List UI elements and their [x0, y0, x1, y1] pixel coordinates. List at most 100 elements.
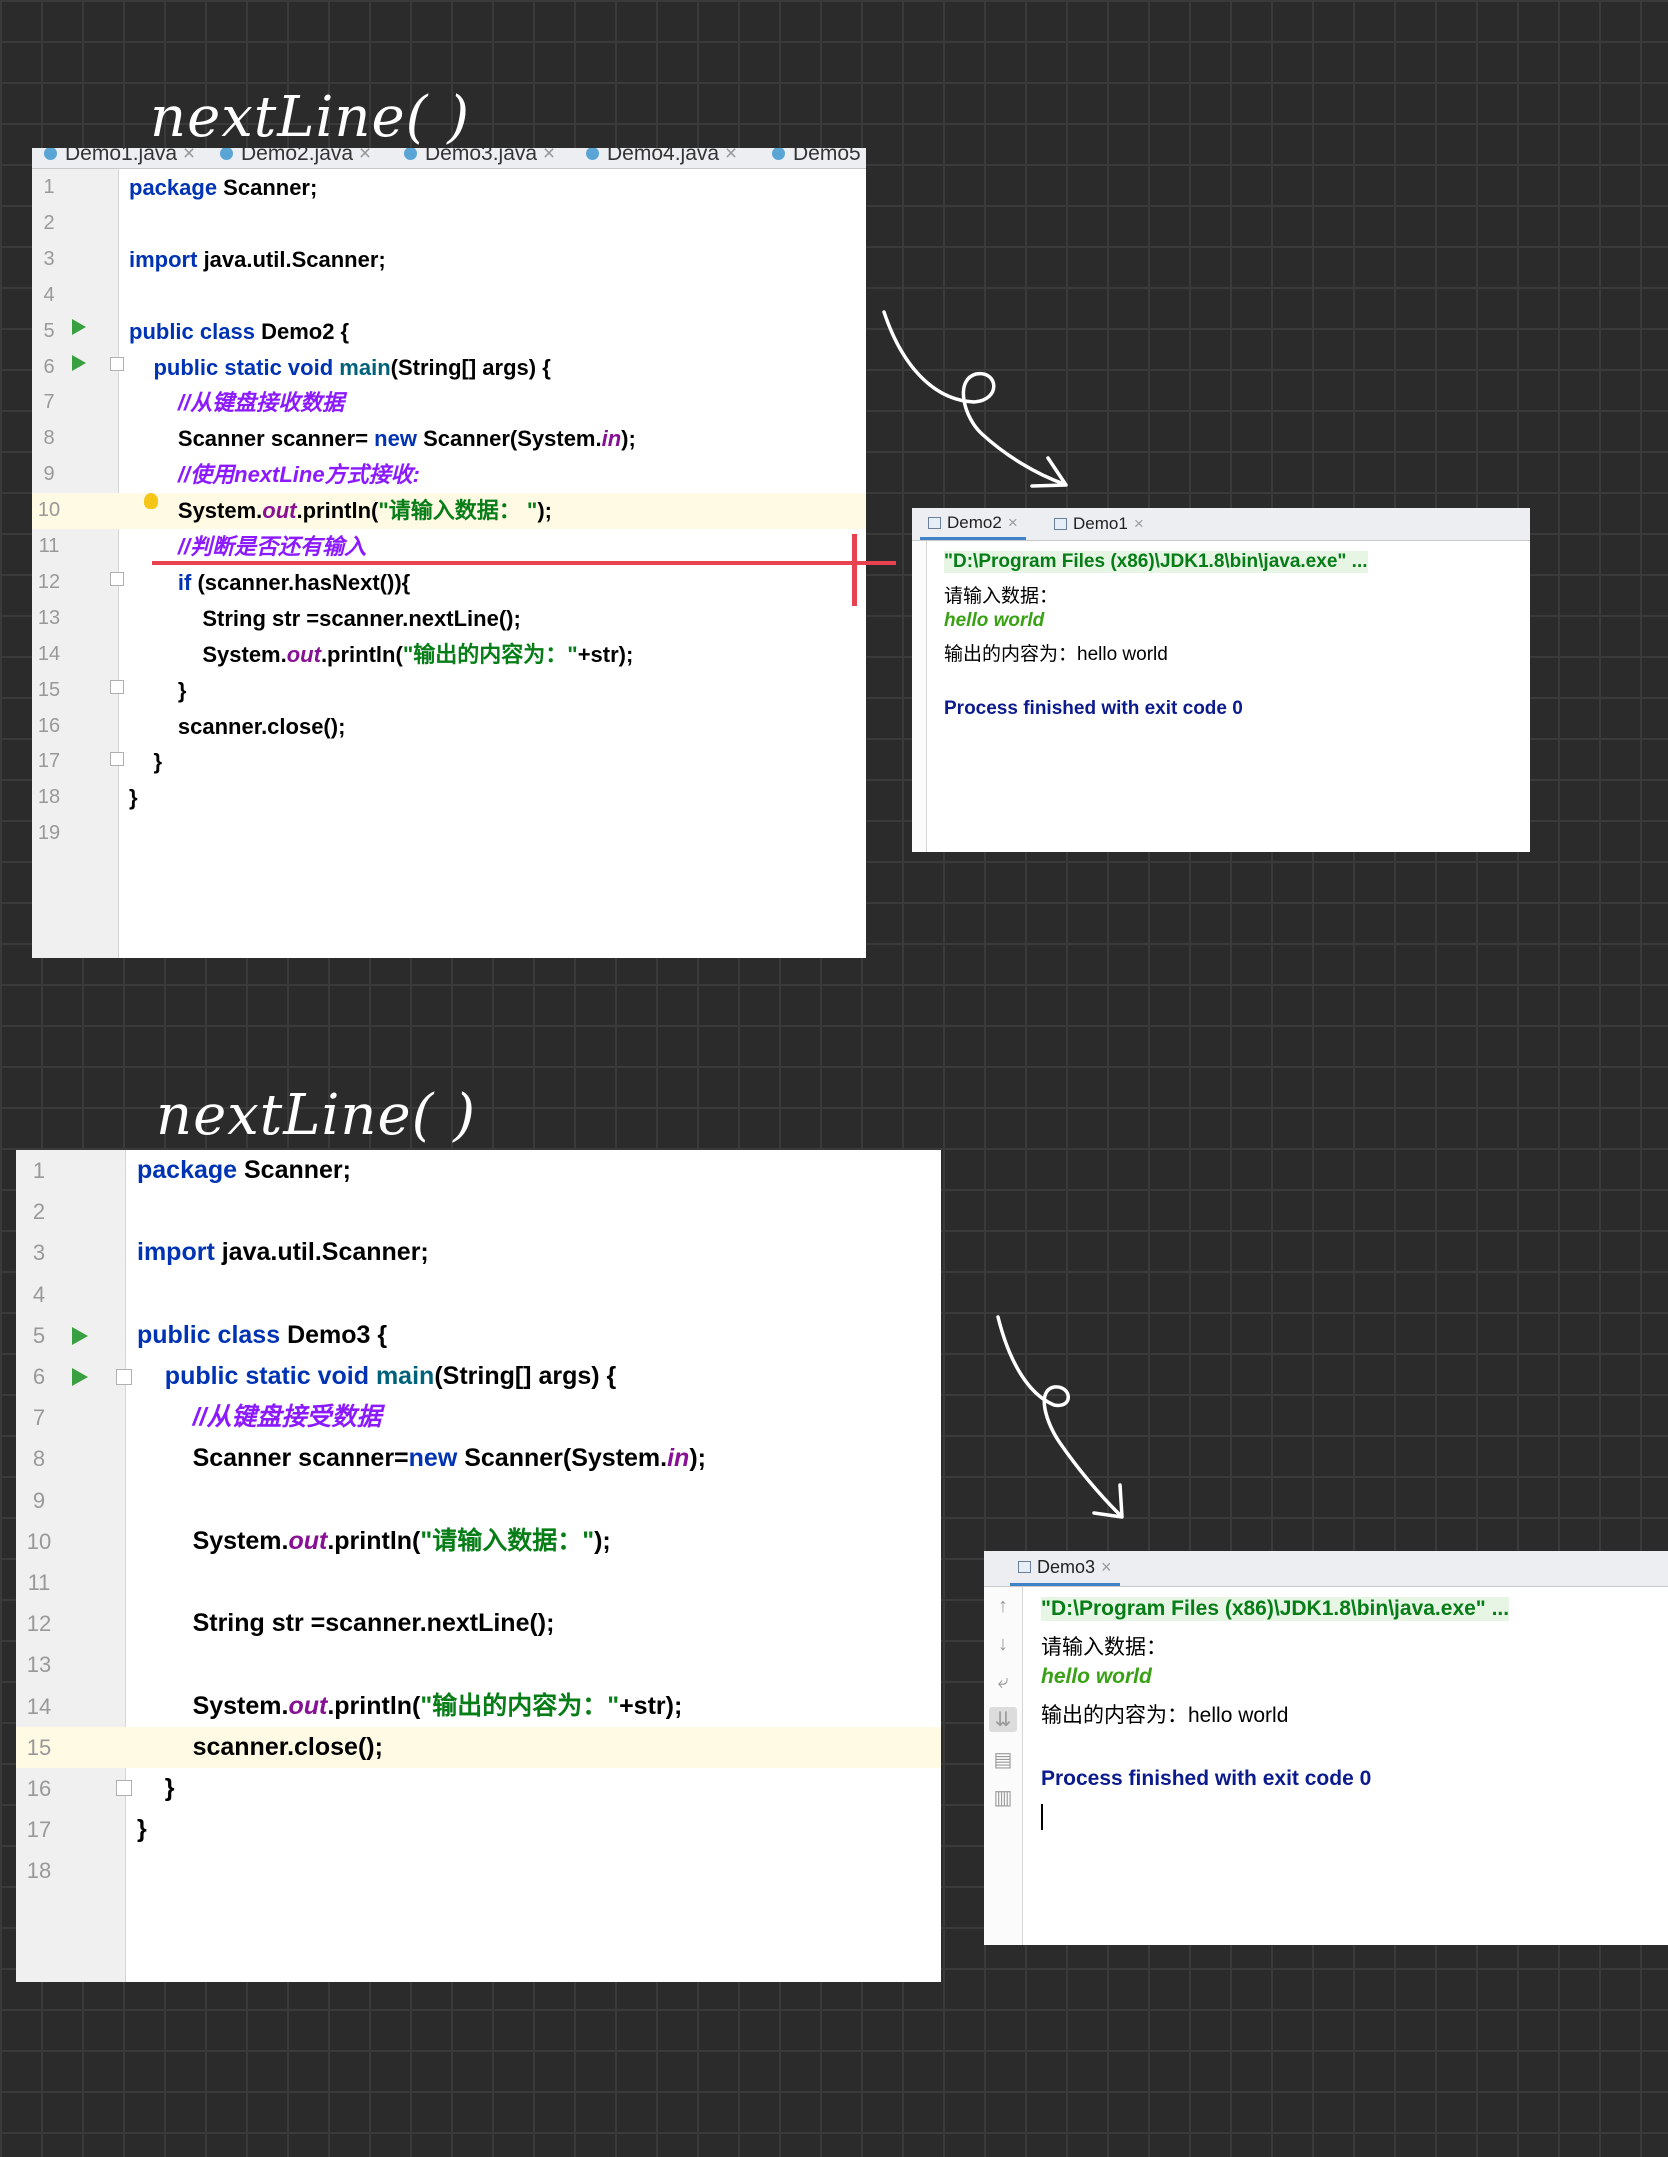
fold-marker-icon[interactable] — [110, 680, 124, 694]
code-text: public class Demo3 { — [137, 1320, 388, 1349]
code-line-14[interactable]: 14 System.out.println("输出的内容为："+str); — [32, 637, 866, 673]
code-line-5[interactable]: 5 public class Demo3 { — [16, 1315, 941, 1356]
run-console-demo3: Demo3 × ↑ ↓ ⤶ ⇊ ▤ ▥ "D:\Program Files (x8… — [984, 1551, 1668, 1945]
code-text: } — [129, 785, 138, 811]
code-line-18[interactable]: 18} — [32, 780, 866, 816]
code-line-11[interactable]: 11 — [16, 1562, 941, 1603]
code-line-16[interactable]: 16 scanner.close(); — [32, 709, 866, 745]
code-line-6[interactable]: 6 public static void main(String[] args)… — [32, 350, 866, 386]
line-number: 3 — [32, 1240, 46, 1266]
console-output: "D:\Program Files (x86)\JDK1.8\bin\java.… — [1041, 1587, 1668, 1945]
code-text: //从键盘接收数据 — [177, 390, 345, 416]
run-gutter-icon[interactable] — [72, 1327, 88, 1345]
fold-marker-icon[interactable] — [110, 752, 124, 766]
red-vertical-annotation — [852, 534, 857, 606]
console-user-input: hello world — [944, 610, 1045, 631]
code-line-16[interactable]: 16 } — [16, 1768, 941, 1809]
trash-icon[interactable]: ▥ — [984, 1785, 1022, 1810]
fold-marker-icon[interactable] — [116, 1780, 132, 1796]
code-line-2[interactable]: 2 — [16, 1191, 941, 1232]
scroll-to-end-icon[interactable]: ⇊ — [989, 1707, 1017, 1732]
close-icon[interactable]: × — [1134, 514, 1144, 534]
soft-wrap-icon[interactable]: ⤶ — [984, 1671, 1022, 1694]
code-line-12[interactable]: 12 String str =scanner.nextLine(); — [16, 1603, 941, 1644]
code-line-4[interactable]: 4 — [32, 278, 866, 314]
close-icon[interactable]: × — [359, 148, 371, 165]
arrow-down-icon[interactable]: ↓ — [984, 1633, 1022, 1656]
run-gutter-icon[interactable] — [72, 1368, 88, 1386]
code-line-1[interactable]: 1 package Scanner; — [32, 170, 866, 206]
code-text: System.out.println("输出的内容为："+str); — [129, 641, 634, 667]
fold-marker-icon[interactable] — [110, 357, 124, 371]
close-icon[interactable]: × — [1101, 1557, 1112, 1578]
code-line-6[interactable]: 6 public static void main(String[] args)… — [16, 1356, 941, 1397]
code-text: import java.util.Scanner; — [137, 1238, 429, 1267]
run-gutter-icon[interactable] — [72, 355, 86, 371]
editor-tab-demo4[interactable]: Demo4.java × — [586, 148, 737, 168]
code-line-15[interactable]: 15 scanner.close(); — [16, 1726, 941, 1768]
arrow-up-icon[interactable]: ↑ — [984, 1595, 1022, 1618]
code-line-9[interactable]: 9 //使用nextLine方式接收: — [32, 457, 866, 493]
line-number: 16 — [37, 714, 61, 737]
code-line-7[interactable]: 7 //从键盘接收数据 — [32, 385, 866, 421]
console-prompt-line: 请输入数据： — [1041, 1636, 1167, 1659]
code-line-14[interactable]: 14 System.out.println("输出的内容为："+str); — [16, 1686, 941, 1727]
code-line-5[interactable]: 5 public class Demo2 { — [32, 314, 866, 350]
code-line-17[interactable]: 17} — [16, 1809, 941, 1850]
run-tab-demo1[interactable]: Demo1 × — [1046, 508, 1152, 540]
editor-tab-demo5[interactable]: Demo5 — [772, 148, 861, 168]
java-file-icon — [1018, 1561, 1031, 1573]
close-icon[interactable]: × — [183, 148, 195, 165]
editor-tab-demo1[interactable]: Demo1.java × — [44, 148, 195, 168]
code-text: package Scanner; — [129, 175, 318, 200]
line-number: 1 — [43, 176, 55, 198]
line-number: 6 — [32, 1364, 46, 1389]
editor-tab-demo3[interactable]: Demo3.java × — [404, 148, 555, 168]
code-line-13[interactable]: 13 — [16, 1644, 941, 1685]
code-text: //从键盘接受数据 — [192, 1403, 382, 1432]
line-number: 12 — [26, 1611, 52, 1637]
line-number: 11 — [38, 535, 60, 557]
lightbulb-icon[interactable] — [144, 493, 158, 509]
line-number: 7 — [43, 391, 55, 414]
close-icon[interactable]: × — [1008, 513, 1018, 533]
code-line-11[interactable]: 11 //判断是否还有输入 — [32, 529, 866, 565]
code-line-9[interactable]: 9 — [16, 1480, 941, 1521]
code-line-18[interactable]: 18 — [16, 1850, 941, 1891]
run-tab-demo3[interactable]: Demo3 × — [1010, 1551, 1120, 1586]
code-line-8[interactable]: 8 Scanner scanner= new Scanner(System.in… — [32, 421, 866, 457]
code-text: public class Demo2 { — [129, 318, 350, 344]
run-tab-bar: Demo2 × Demo1 × — [912, 508, 1530, 541]
code-line-15[interactable]: 15 } — [32, 673, 866, 709]
code-line-3[interactable]: 3 import java.util.Scanner; — [32, 242, 866, 278]
code-text: //使用nextLine方式接收: — [177, 462, 420, 488]
code-line-12[interactable]: 12 if (scanner.hasNext()){ — [32, 565, 866, 601]
code-line-2[interactable]: 2 — [32, 206, 866, 242]
print-icon[interactable]: ▤ — [984, 1747, 1022, 1772]
code-line-13[interactable]: 13 String str =scanner.nextLine(); — [32, 601, 866, 637]
close-icon[interactable]: × — [725, 148, 737, 165]
line-number: 15 — [37, 678, 61, 701]
code-line-17[interactable]: 17 } — [32, 744, 866, 780]
editor-tab-demo2[interactable]: Demo2.java × — [220, 148, 371, 168]
code-text: public static void main(String[] args) { — [153, 354, 551, 380]
close-icon[interactable]: × — [543, 148, 555, 165]
code-line-1[interactable]: 1 package Scanner; — [16, 1150, 941, 1191]
code-line-4[interactable]: 4 — [16, 1274, 941, 1315]
console-command-line: "D:\Program Files (x86)\JDK1.8\bin\java.… — [1041, 1597, 1510, 1621]
code-line-8[interactable]: 8 Scanner scanner=new Scanner(System.in)… — [16, 1438, 941, 1479]
run-gutter-icon[interactable] — [72, 319, 86, 335]
code-text: Scanner scanner=new Scanner(System.in); — [137, 1444, 706, 1473]
run-tab-demo2[interactable]: Demo2 × — [920, 508, 1026, 540]
fold-marker-icon[interactable] — [116, 1369, 132, 1385]
code-line-10[interactable]: 10 System.out.println("请输入数据："); — [16, 1521, 941, 1562]
line-number: 6 — [43, 355, 55, 378]
java-file-icon — [772, 148, 785, 160]
fold-marker-icon[interactable] — [110, 572, 124, 586]
java-file-icon — [586, 148, 599, 160]
code-line-3[interactable]: 3 import java.util.Scanner; — [16, 1232, 941, 1273]
line-number: 5 — [43, 319, 55, 342]
line-number: 9 — [32, 1487, 46, 1513]
code-line-7[interactable]: 7 //从键盘接受数据 — [16, 1397, 941, 1438]
code-line-19[interactable]: 19 — [32, 816, 866, 852]
